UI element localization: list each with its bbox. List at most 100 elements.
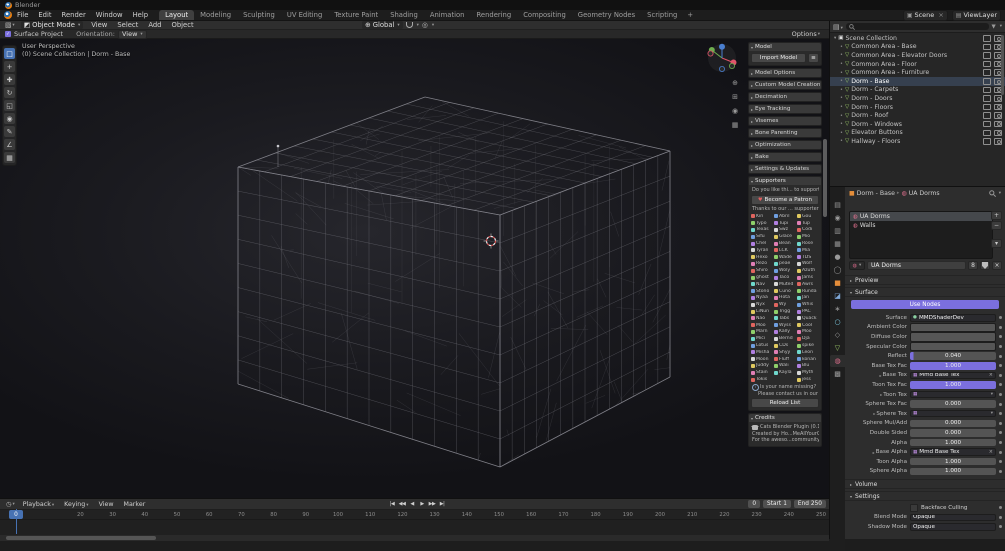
unlink-icon[interactable]: ×	[989, 372, 993, 378]
prop-texture-toon-tex[interactable]: ▦▾	[910, 391, 996, 399]
hide-viewport-icon[interactable]	[983, 104, 991, 111]
properties-tab-world[interactable]: ◯	[830, 264, 845, 276]
properties-tab-object[interactable]: ■	[830, 277, 845, 289]
panel-bake[interactable]: ▸Bake	[748, 152, 822, 162]
outliner-item-common-area-base[interactable]: •▽Common Area - Base	[830, 43, 1005, 52]
blend-mode-dropdown[interactable]: Opaque	[910, 514, 996, 522]
mode-selector[interactable]: ◩ Object Mode ▾	[21, 21, 84, 29]
playhead[interactable]: 0	[9, 510, 23, 519]
navigation-gizmo[interactable]	[705, 41, 739, 75]
animate-dot[interactable]	[999, 393, 1002, 396]
viewport-menu-view[interactable]: View	[86, 21, 112, 29]
prop-slider-toon-alpha[interactable]: 1.000	[910, 458, 996, 466]
hide-viewport-icon[interactable]	[983, 112, 991, 119]
outliner-editor-type-button[interactable]: ▤▾	[833, 23, 843, 31]
surface-project-checkbox[interactable]: ✓	[5, 31, 11, 37]
expand-arrow-icon[interactable]: ▸	[880, 392, 882, 397]
prop-slider-double-sided[interactable]: 0.000	[910, 429, 996, 437]
cursor-tool[interactable]: +	[4, 61, 15, 72]
import-settings-button[interactable]: ≡	[808, 53, 819, 63]
animate-dot[interactable]	[999, 525, 1002, 528]
become-patron-button[interactable]: ♥ Become a Patron	[751, 195, 819, 205]
panel-decimation[interactable]: ▸Decimation	[748, 92, 822, 102]
viewport-menu-add[interactable]: Add	[143, 21, 166, 29]
properties-tab-scene[interactable]: ●	[830, 251, 845, 263]
panel-credits-header[interactable]: ▾ Credits	[749, 414, 821, 422]
panel-bone-parenting[interactable]: ▸Bone Parenting	[748, 128, 822, 138]
viewport-menu-object[interactable]: Object	[166, 21, 198, 29]
hide-render-icon[interactable]	[994, 112, 1002, 119]
viewlayer-selector[interactable]: ▤ ViewLayer	[952, 10, 1001, 21]
animate-dot[interactable]	[999, 374, 1002, 377]
settings-section-header[interactable]: ▾ Settings	[845, 491, 1005, 501]
animate-dot[interactable]	[999, 335, 1002, 338]
outliner-item-dorm-base[interactable]: •▽Dorm - Base	[830, 77, 1005, 86]
timeline-menu-view[interactable]: View	[94, 501, 119, 508]
camera-view-icon[interactable]: ◉	[729, 107, 741, 115]
timeline-scroll-thumb[interactable]	[6, 536, 156, 540]
select-box-tool[interactable]: □	[4, 48, 15, 59]
snap-dropdown-icon[interactable]: ▾	[417, 23, 419, 28]
animate-dot[interactable]	[999, 412, 1002, 415]
viewport-menu-select[interactable]: Select	[112, 21, 143, 29]
volume-section-header[interactable]: ▸ Volume	[845, 479, 1005, 489]
outliner-item-hallway-floors[interactable]: •▽Hallway - Floors	[830, 137, 1005, 146]
slot-specials-button[interactable]: ▾	[991, 239, 1002, 248]
workspace-tab-sculpting[interactable]: Sculpting	[237, 10, 281, 20]
hide-viewport-icon[interactable]	[983, 87, 991, 94]
animate-dot[interactable]	[999, 326, 1002, 329]
workspace-tab-geometry-nodes[interactable]: Geometry Nodes	[572, 10, 641, 20]
hide-render-icon[interactable]	[994, 138, 1002, 145]
properties-tab-particles[interactable]: ∗	[830, 303, 845, 315]
expand-icon[interactable]: ▾	[834, 36, 836, 41]
menu-window[interactable]: Window	[91, 11, 128, 19]
previous-keyframe-button[interactable]: ◀◀	[398, 501, 406, 507]
animate-dot[interactable]	[999, 516, 1002, 519]
prop-texture-base-alpha[interactable]: ▦Mmd Base Tex×	[910, 448, 996, 456]
unlink-material-button[interactable]: ×	[992, 261, 1002, 270]
properties-tab-modifiers[interactable]: ◪	[830, 290, 845, 302]
viewport-3d[interactable]: User Perspective (0) Scene Collection | …	[0, 39, 829, 498]
timeline-ruler[interactable]: 0 02030405060708090100110120130140150160…	[0, 510, 829, 520]
zoom-icon[interactable]: ⊕	[729, 79, 741, 87]
material-slot-walls[interactable]: ◍Walls	[850, 221, 992, 230]
workspace-tab-compositing[interactable]: Compositing	[517, 10, 572, 20]
animate-dot[interactable]	[999, 451, 1002, 454]
timeline-menu-playback[interactable]: Playback▾	[18, 501, 59, 508]
surface-section-header[interactable]: ▾ Surface	[845, 287, 1005, 297]
hide-viewport-icon[interactable]	[983, 35, 991, 42]
workspace-tab-animation[interactable]: Animation	[424, 10, 471, 20]
prop-dropdown-surface[interactable]: ●MMDShaderDev	[910, 314, 996, 322]
prop-slider-toon-tex-fac[interactable]: 1.000	[910, 381, 996, 389]
animate-dot[interactable]	[999, 316, 1002, 319]
menu-file[interactable]: File	[12, 11, 33, 19]
current-frame-field[interactable]: 0	[748, 500, 760, 508]
outliner-item-dorm-doors[interactable]: •▽Dorm - Doors	[830, 94, 1005, 103]
hide-viewport-icon[interactable]	[983, 69, 991, 76]
hide-render-icon[interactable]	[994, 104, 1002, 111]
animate-dot[interactable]	[999, 460, 1002, 463]
hide-render-icon[interactable]	[994, 121, 1002, 128]
animate-dot[interactable]	[999, 403, 1002, 406]
hide-render-icon[interactable]	[994, 130, 1002, 137]
prop-texture-base-tex[interactable]: ▦Mmd Base Tex×	[910, 372, 996, 380]
properties-tab-texture[interactable]: ▩	[830, 368, 845, 380]
jump-to-start-button[interactable]: |◀	[388, 501, 396, 507]
search-icon[interactable]	[989, 190, 996, 197]
panel-model-header[interactable]: ▾ Model	[749, 43, 821, 51]
outliner-item-scene-collection[interactable]: ▾▣Scene Collection	[830, 34, 1005, 43]
add-cube-tool[interactable]: ▦	[4, 152, 15, 163]
transform-orientation-selector[interactable]: ⊕ Global ▾	[362, 21, 403, 29]
animate-dot[interactable]	[999, 422, 1002, 425]
outliner-item-dorm-roof[interactable]: •▽Dorm - Roof	[830, 111, 1005, 120]
prop-slider-alpha[interactable]: 1.000	[910, 439, 996, 447]
transform-tool[interactable]: ◉	[4, 113, 15, 124]
hide-viewport-icon[interactable]	[983, 78, 991, 85]
add-workspace-button[interactable]: +	[683, 11, 697, 19]
options-dropdown[interactable]: Options ▾	[792, 30, 820, 38]
panel-supporters-header[interactable]: ▾ Supporters	[749, 177, 821, 185]
panel-optimization[interactable]: ▸Optimization	[748, 140, 822, 150]
timeline-menu-keying[interactable]: Keying▾	[59, 501, 93, 508]
perspective-toggle-icon[interactable]: ▦	[729, 121, 741, 129]
expand-arrow-icon[interactable]: ▸	[873, 450, 875, 455]
